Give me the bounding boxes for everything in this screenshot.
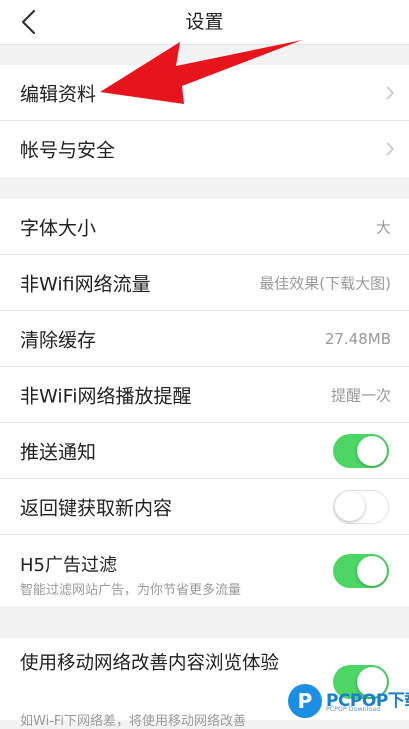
non-wifi-play-reminder-row[interactable]: 非WiFi网络播放提醒 提醒一次	[0, 367, 409, 423]
mobile-network-improve-label: 使用移动网络改善内容浏览体验	[20, 653, 280, 674]
preferences-group: 字体大小 大 非Wifi网络流量 最佳效果(下载大图) 清除缓存 27.48MB…	[0, 199, 409, 606]
push-notification-toggle[interactable]	[333, 433, 389, 468]
font-size-value: 大	[375, 218, 391, 236]
chevron-right-icon	[386, 142, 395, 156]
edit-profile-label: 编辑资料	[20, 83, 97, 105]
account-security-label: 帐号与安全	[20, 139, 116, 162]
watermark-subtitle: PCPOP Download	[326, 706, 381, 713]
push-notification-label: 推送通知	[20, 441, 97, 463]
push-notification-row: 推送通知	[0, 423, 409, 479]
cache-size-value: 27.48MB	[324, 329, 391, 348]
toggle-knob	[357, 435, 387, 466]
clear-cache-row[interactable]: 清除缓存 27.48MB	[0, 311, 409, 367]
h5-ad-filter-toggle[interactable]	[333, 553, 389, 588]
red-arrow-annotation	[100, 40, 302, 104]
font-size-label: 字体大小	[20, 217, 97, 239]
non-wifi-traffic-value: 最佳效果(下载大图)	[259, 274, 391, 292]
h5-ad-filter-label: H5广告过滤	[20, 555, 117, 576]
pcpop-watermark: P PCPOP下载 PCPOP Download	[288, 684, 409, 720]
font-size-row[interactable]: 字体大小 大	[0, 199, 409, 255]
h5-ad-filter-row: H5广告过滤 智能过滤网站广告，为你节省更多流量	[0, 535, 409, 606]
back-key-refresh-toggle[interactable]	[333, 489, 389, 524]
non-wifi-traffic-label: 非Wifi网络流量	[20, 273, 151, 295]
toggle-knob	[335, 491, 365, 521]
toggle-knob	[357, 555, 387, 586]
non-wifi-traffic-row[interactable]: 非Wifi网络流量 最佳效果(下载大图)	[0, 255, 409, 311]
clear-cache-label: 清除缓存	[20, 329, 97, 351]
non-wifi-play-reminder-label: 非WiFi网络播放提醒	[20, 385, 192, 407]
pcpop-logo-letter: P	[297, 689, 313, 713]
chevron-right-icon	[386, 85, 395, 100]
h5-ad-filter-description: 智能过滤网站广告，为你节省更多流量	[20, 583, 242, 598]
account-security-row[interactable]: 帐号与安全	[0, 121, 409, 177]
back-key-refresh-label: 返回键获取新内容	[20, 497, 173, 519]
non-wifi-play-reminder-value: 提醒一次	[330, 386, 391, 404]
back-key-refresh-row: 返回键获取新内容	[0, 479, 409, 535]
